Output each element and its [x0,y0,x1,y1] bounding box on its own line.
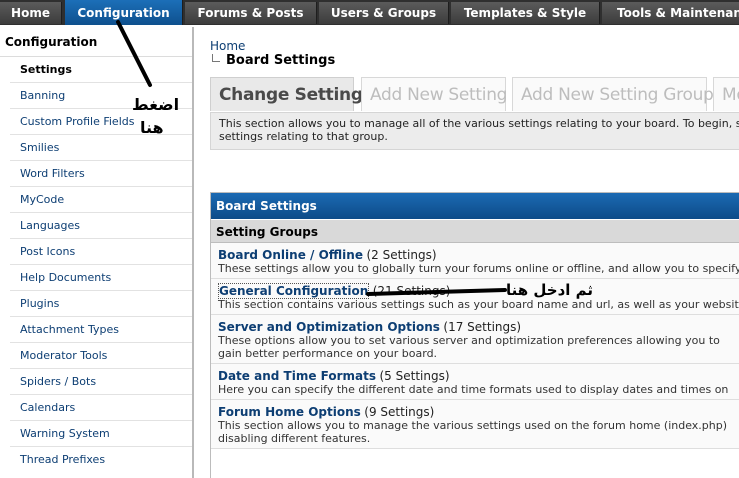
sidebar-item-post-icons[interactable]: Post Icons [10,239,192,265]
subtab-modify-settings[interactable]: Modify Settings [713,77,739,111]
setting-group-link[interactable]: Server and Optimization Options [218,320,440,334]
sub-tabs: Change Settings Add New Setting Add New … [210,77,739,113]
breadcrumb-current: Board Settings [212,53,335,68]
sidebar-item-moderator-tools[interactable]: Moderator Tools [10,343,192,369]
sidebar-item-help-documents[interactable]: Help Documents [10,265,192,291]
section-description: This section allows you to manage all of… [210,112,739,150]
sidebar-item-settings[interactable]: Settings [10,57,192,83]
tab-users-groups[interactable]: Users & Groups [319,2,449,24]
setting-group-count: (5 Settings) [379,369,450,383]
sidebar-item-warning-system[interactable]: Warning System [10,421,192,447]
annotation-click-here: اضغط [132,95,180,114]
setting-group-count: (17 Settings) [443,320,522,334]
subtab-change-settings[interactable]: Change Settings [210,77,373,111]
main-content: Home Board Settings Change Settings Add … [196,27,739,478]
setting-group-description: These settings allow you to globally tur… [218,262,739,275]
setting-group-description: This section allows you to manage the va… [218,419,728,432]
sidebar-item-languages[interactable]: Languages [10,213,192,239]
sidebar-item-thread-prefixes[interactable]: Thread Prefixes [10,447,192,473]
setting-group-link[interactable]: General Configuration [218,283,370,299]
setting-group-description: gain better performance on your board. [218,347,438,360]
subtab-add-new-setting-group[interactable]: Add New Setting Group [512,77,714,111]
setting-group-link[interactable]: Board Online / Offline [218,248,363,262]
setting-group: Date and Time Formats (5 Settings) Here … [211,364,739,400]
setting-group-count: (9 Settings) [364,405,435,419]
sidebar-item-smilies[interactable]: Smilies [10,135,192,161]
sidebar-item-word-filters[interactable]: Word Filters [10,161,192,187]
setting-group-description: Here you can specify the different date … [218,383,729,396]
setting-group: Board Online / Offline (2 Settings) Thes… [211,243,739,279]
sidebar-heading: Configuration [0,27,192,57]
setting-group-count: (21 Settings) [372,284,451,298]
description-line-1: This section allows you to manage all of… [219,117,739,130]
setting-group-count: (2 Settings) [366,248,437,262]
sidebar-item-calendars[interactable]: Calendars [10,395,192,421]
setting-group-description: This section contains various settings s… [218,298,739,311]
sidebar-item-mycode[interactable]: MyCode [10,187,192,213]
annotation-click-here-2: هنا [140,118,164,137]
description-line-2: settings relating to that group. [219,130,388,143]
tab-forums-posts[interactable]: Forums & Posts [185,2,317,24]
subtab-add-new-setting[interactable]: Add New Setting [361,77,507,111]
setting-group: Server and Optimization Options (17 Sett… [211,315,739,364]
setting-group-description: These options allow you to set various s… [218,334,720,347]
setting-group-link[interactable]: Forum Home Options [218,405,361,419]
panel-title: Board Settings [211,193,739,219]
setting-group-description: disabling different features. [218,432,371,445]
sidebar-item-spiders-bots[interactable]: Spiders / Bots [10,369,192,395]
setting-group: General Configuration (21 Settings) This… [211,279,739,315]
tab-configuration[interactable]: Configuration [65,0,183,25]
board-settings-panel: Board Settings Setting Groups Board Onli… [210,192,739,478]
panel-subtitle: Setting Groups [211,219,739,243]
setting-group: Forum Home Options (9 Settings) This sec… [211,400,739,449]
setting-group-link[interactable]: Date and Time Formats [218,369,376,383]
annotation-then-enter-here: ثم ادخل هنا [506,281,594,299]
top-nav-bar: Home Configuration Forums & Posts Users … [0,0,739,26]
breadcrumb-hook-icon [212,54,220,62]
sidebar-item-attachment-types[interactable]: Attachment Types [10,317,192,343]
breadcrumb-home-link[interactable]: Home [210,39,245,53]
sidebar-item-plugins[interactable]: Plugins [10,291,192,317]
tab-tools-maintenance[interactable]: Tools & Maintenance [602,2,739,24]
page-title: Board Settings [226,53,336,68]
tab-templates-style[interactable]: Templates & Style [451,2,600,24]
tab-home[interactable]: Home [0,2,62,24]
